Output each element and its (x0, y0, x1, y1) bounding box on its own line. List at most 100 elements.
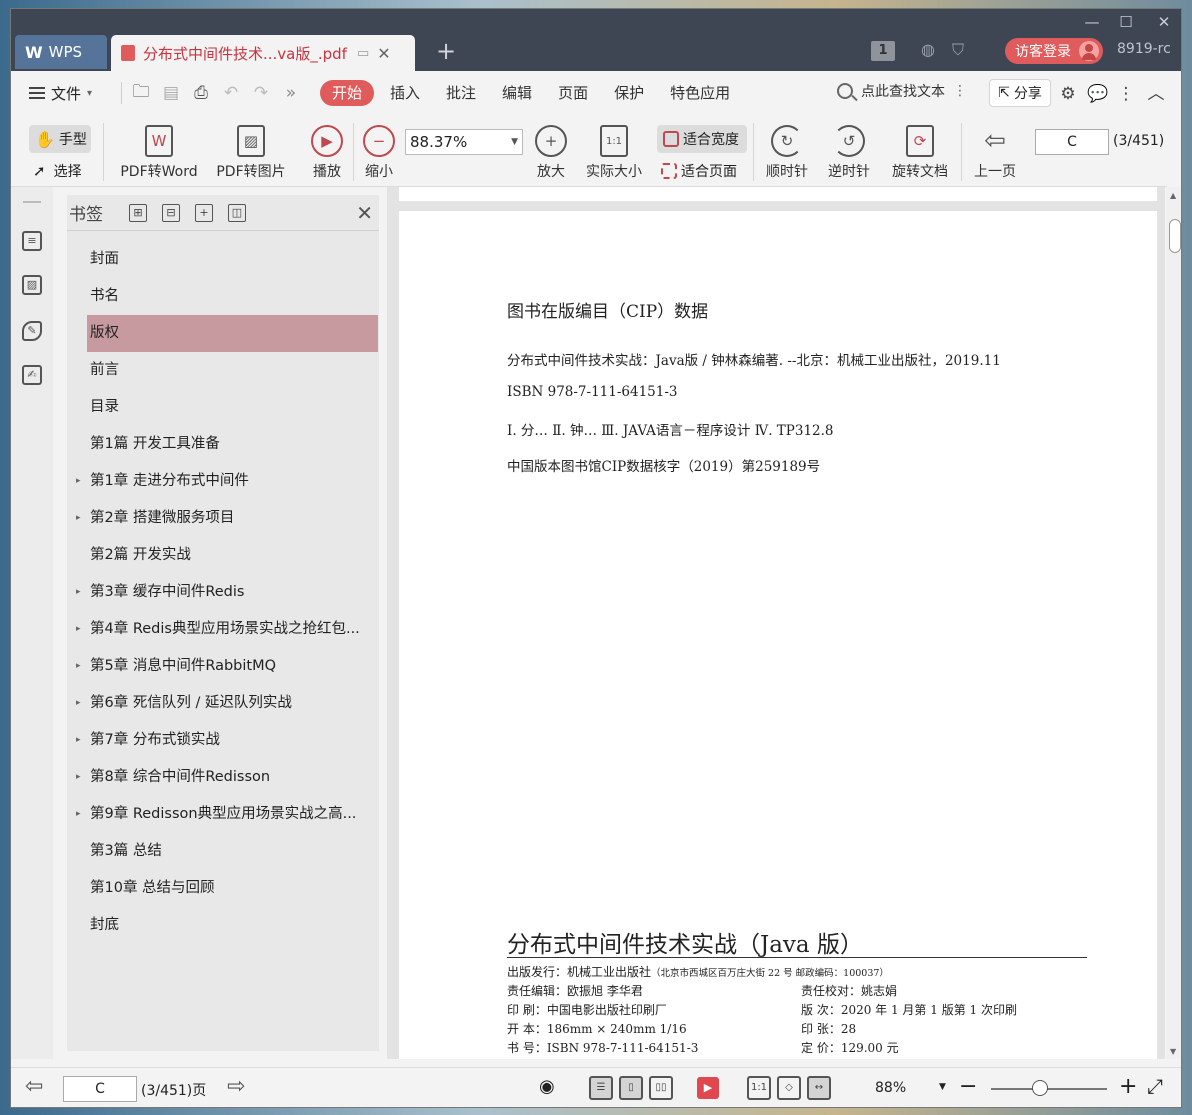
file-menu[interactable]: 文件 ▾ (11, 83, 117, 104)
bookmark-item[interactable]: ▸ 第4章 Redis典型应用场景实战之抢红包... (67, 611, 379, 648)
scroll-up-icon[interactable]: ▲ (1170, 191, 1176, 200)
page-number-input[interactable]: C (1035, 129, 1109, 155)
bookmark-item[interactable]: 封底 (67, 907, 379, 944)
expand-arrow-icon[interactable]: ▸ (76, 722, 81, 759)
expand-arrow-icon[interactable]: ▸ (76, 685, 81, 722)
bookmark-item[interactable]: 第3篇 总结 (67, 833, 379, 870)
tab-start[interactable]: 开始 (320, 80, 375, 106)
rotate-clockwise-button[interactable]: ↻ 顺时针 (763, 125, 811, 181)
fullscreen-icon[interactable]: ⤢ (1147, 1074, 1163, 1098)
bookmark-item[interactable]: 前言 (67, 352, 379, 389)
zoom-in-plus-icon[interactable]: + (1119, 1074, 1137, 1099)
add-bookmark-icon[interactable]: + (195, 203, 213, 222)
expand-arrow-icon[interactable]: ▸ (76, 611, 81, 648)
vertical-scrollbar[interactable]: ▲ ▼ (1167, 187, 1181, 1059)
more-quick-actions-icon[interactable]: » (276, 83, 306, 103)
settings-gear-icon[interactable]: ⚙ (1057, 83, 1079, 105)
zoom-out-button[interactable]: − 缩小 (361, 125, 397, 181)
bookmark-item[interactable]: 第10章 总结与回顾 (67, 870, 379, 907)
collapse-all-icon[interactable]: ⊟ (162, 203, 180, 222)
expand-all-icon[interactable]: ⊞ (129, 203, 147, 222)
drag-handle[interactable] (23, 201, 41, 203)
rotate-counterclockwise-button[interactable]: ↺ 逆时针 (825, 125, 873, 181)
tab-insert[interactable]: 插入 (380, 80, 430, 106)
hand-tool-button[interactable]: ✋ 手型 (29, 125, 91, 153)
expand-arrow-icon[interactable]: ▸ (76, 463, 81, 500)
tab-protect[interactable]: 保护 (604, 80, 654, 106)
actual-size-status-icon[interactable]: 1:1 (747, 1076, 771, 1100)
bookmark-item[interactable]: ▸ 第8章 综合中间件Redisson (67, 759, 379, 796)
zoom-dropdown-icon[interactable]: ▼ (939, 1082, 946, 1092)
eye-protection-icon[interactable]: ◉ (539, 1076, 555, 1097)
bookmark-list-icon[interactable]: ≡ (22, 231, 42, 251)
pdf-to-word-button[interactable]: W PDF转Word (115, 125, 203, 181)
fit-page-button[interactable]: 适合页面 (661, 161, 737, 181)
shirt-icon[interactable]: ⛉ (947, 39, 969, 61)
print-icon[interactable]: ⎙ (186, 83, 216, 103)
next-page-arrow-icon[interactable]: ⇨ (227, 1074, 245, 1099)
zoom-select[interactable]: 88.37% ▼ (405, 129, 523, 155)
bookmark-item[interactable]: ▸ 第7章 分布式锁实战 (67, 722, 379, 759)
bookmark-item[interactable]: ▸ 第6章 死信队列 / 延迟队列实战 (67, 685, 379, 722)
tab-document[interactable]: 分布式中间件技术...va版_.pdf ▭ ✕ (111, 35, 415, 71)
collapse-ribbon-icon[interactable]: ︿ (1145, 83, 1167, 105)
zoom-percent[interactable]: 88% (875, 1080, 906, 1096)
expand-arrow-icon[interactable]: ▸ (76, 648, 81, 685)
continuous-view-icon[interactable]: ☰ (589, 1076, 613, 1100)
tab-wps-home[interactable]: W WPS (15, 35, 107, 69)
expand-arrow-icon[interactable]: ▸ (76, 500, 81, 537)
open-folder-icon[interactable]: 🗀 (126, 79, 156, 108)
scrollbar-thumb[interactable] (1169, 219, 1181, 253)
share-button[interactable]: ⇱ 分享 (989, 79, 1051, 107)
window-count-badge[interactable]: 1 (871, 41, 895, 61)
skin-icon[interactable]: ◍ (917, 39, 939, 61)
bookmark-item[interactable]: ▸ 第3章 缓存中间件Redis (67, 574, 379, 611)
document-viewport[interactable]: 图书在版编目（CIP）数据 分布式中间件技术实战：Java版 / 钟林森编著. … (387, 187, 1165, 1059)
maximize-icon[interactable]: ☐ (1113, 13, 1139, 31)
fit-width-status-icon[interactable]: ↔ (807, 1076, 831, 1100)
signature-icon[interactable]: ✍ (22, 365, 42, 385)
bookmark-options-icon[interactable]: ◫ (228, 203, 246, 222)
bookmark-item[interactable]: 第2篇 开发实战 (67, 537, 379, 574)
play-button[interactable]: ▶ 播放 (309, 125, 345, 181)
zoom-in-button[interactable]: + 放大 (533, 125, 569, 181)
tab-page[interactable]: 页面 (548, 80, 598, 106)
status-page-input[interactable]: C (63, 1076, 137, 1102)
bookmark-item[interactable]: 第1篇 开发工具准备 (67, 426, 379, 463)
zoom-out-minus-icon[interactable]: − (959, 1074, 977, 1099)
close-panel-icon[interactable]: ✕ (356, 201, 373, 225)
previous-page-arrow-icon[interactable]: ⇦ (25, 1074, 43, 1099)
close-tab-icon[interactable]: ✕ (377, 44, 390, 63)
select-tool-button[interactable]: ➚ 选择 (33, 161, 82, 181)
pin-tab-icon[interactable]: ▭ (357, 46, 369, 61)
close-window-icon[interactable]: ✕ (1151, 13, 1177, 31)
bookmark-item[interactable]: ▸ 第5章 消息中间件RabbitMQ (67, 648, 379, 685)
expand-arrow-icon[interactable]: ▸ (76, 759, 81, 796)
tab-special-apps[interactable]: 特色应用 (660, 80, 740, 106)
two-page-view-icon[interactable]: ▯▯ (649, 1076, 673, 1100)
new-tab-icon[interactable]: + (433, 39, 459, 65)
expand-arrow-icon[interactable]: ▸ (76, 796, 81, 833)
minimize-icon[interactable]: — (1079, 13, 1105, 31)
undo-icon[interactable]: ↶ (216, 83, 246, 103)
bookmark-item[interactable]: 目录 (67, 389, 379, 426)
find-text-search[interactable]: 点此查找文本 ⋮ (837, 81, 967, 101)
redo-icon[interactable]: ↷ (246, 83, 276, 103)
previous-page-button[interactable]: ⇦ 上一页 (971, 125, 1019, 181)
expand-arrow-icon[interactable]: ▸ (76, 574, 81, 611)
bookmark-item[interactable]: ▸ 第9章 Redisson典型应用场景实战之高... (67, 796, 379, 833)
annotation-icon[interactable]: ✎ (22, 321, 42, 341)
thumbnail-icon[interactable]: ▨ (22, 275, 42, 295)
rotate-document-button[interactable]: ⟳ 旋转文档 (889, 125, 951, 181)
tab-annotate[interactable]: 批注 (436, 80, 486, 106)
zoom-slider-knob[interactable] (1031, 1080, 1048, 1096)
bookmark-item[interactable]: ▸ 第1章 走进分布式中间件 (67, 463, 379, 500)
zoom-slider-track[interactable] (991, 1088, 1107, 1090)
tab-edit[interactable]: 编辑 (492, 80, 542, 106)
comment-icon[interactable]: 💬 (1087, 83, 1109, 105)
bookmark-item[interactable]: 书名 (67, 278, 379, 315)
single-page-view-icon[interactable]: ▯ (619, 1076, 643, 1100)
more-vertical-icon[interactable]: ⋮ (953, 83, 967, 99)
visitor-login-button[interactable]: 访客登录 (1005, 38, 1103, 64)
bookmark-item[interactable]: ▸ 第2章 搭建微服务项目 (67, 500, 379, 537)
